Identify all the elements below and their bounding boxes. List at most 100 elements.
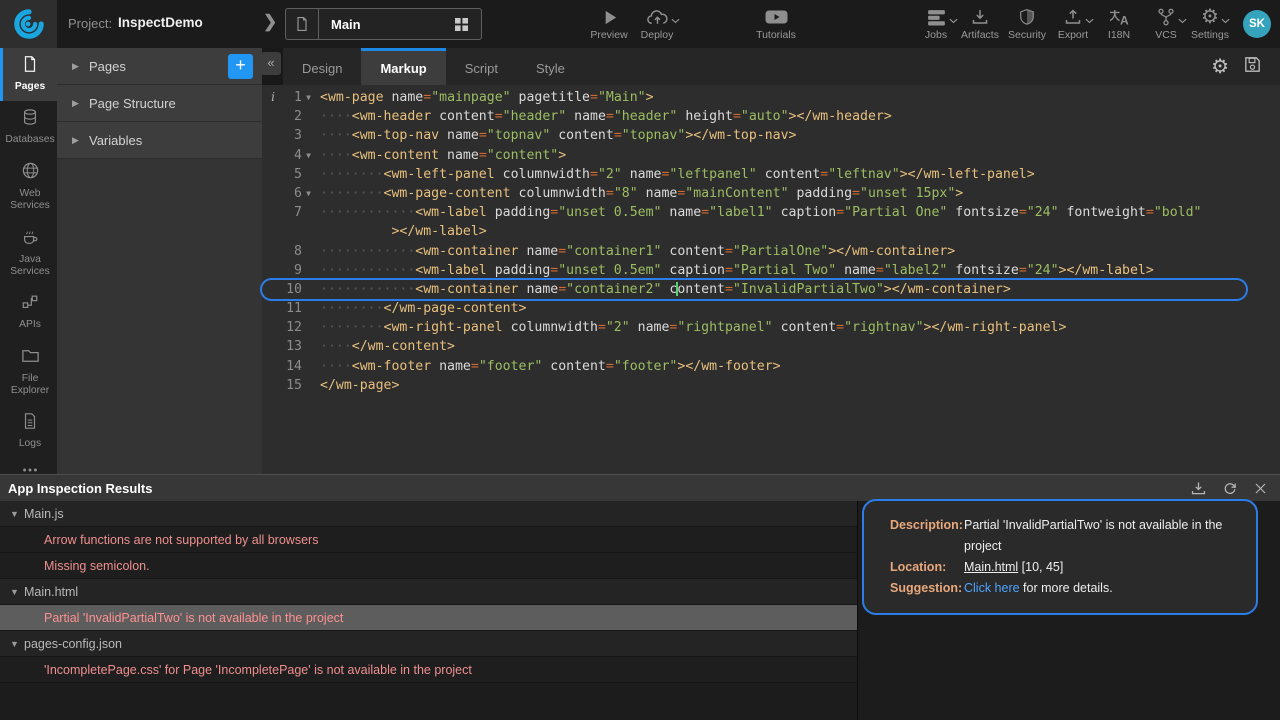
folder-icon [21,346,40,370]
code-line[interactable]: ·········></wm-label> [262,222,1280,241]
refresh-icon[interactable] [1222,480,1238,496]
close-icon[interactable] [1253,481,1268,496]
page-selector[interactable]: Main [285,8,482,40]
jobs-icon [926,6,947,28]
panel-section-variables[interactable]: ▶ Variables [57,122,262,159]
tab-markup[interactable]: Markup [361,48,445,85]
settings-button[interactable]: ⚙Settings [1187,6,1233,46]
grid-icon[interactable] [455,18,481,31]
app-inspection-panel: App Inspection Results ▼Main.jsArrow fun… [0,474,1280,720]
panel-section-pages[interactable]: ▶Pages+ [57,48,262,85]
wavemaker-logo-icon [14,9,44,39]
inspection-group-Main.js[interactable]: ▼Main.js [0,501,857,527]
collapse-arrow-icon[interactable]: ▼ [10,587,24,597]
sidebar-item-web-services[interactable]: WebServices [0,154,57,220]
tab-script[interactable]: Script [446,48,517,85]
jobs-button[interactable]: Jobs [914,6,958,46]
suggestion-label: Suggestion: [890,578,964,599]
inspection-item[interactable]: Missing semicolon. [0,553,857,579]
tab-design[interactable]: Design [283,48,361,85]
sidebar-item-databases[interactable]: Databases [0,101,57,154]
code-line[interactable]: 5········<wm-left-panel columnwidth="2" … [262,165,1280,184]
download-icon[interactable] [1190,480,1207,497]
code-line[interactable]: 9············<wm-label padding="unset 0.… [262,261,1280,280]
inspection-item-selected[interactable]: Partial 'InvalidPartialTwo' is not avail… [0,605,857,631]
code-line[interactable]: 11········</wm-page-content> [262,299,1280,318]
collapse-panel-button[interactable]: « [261,52,281,75]
code-text: ········<wm-right-panel columnwidth="2" … [315,318,1066,337]
suggestion-value: Click here for more details. [964,578,1236,599]
sidebar-item-pages[interactable]: Pages [0,48,57,101]
code-line[interactable]: 13····</wm-content> [262,337,1280,356]
code-line[interactable]: 8············<wm-container name="contain… [262,242,1280,261]
app-logo[interactable] [0,0,57,48]
sidebar-item-logs[interactable]: Logs [0,405,57,458]
export-button[interactable]: Export [1051,6,1095,46]
fold-toggle-icon[interactable]: ▼ [302,88,315,107]
panel-section-label: Variables [89,133,142,148]
fold-toggle-icon[interactable]: ▼ [302,146,315,165]
sidebar-item-file-explorer[interactable]: FileExplorer [0,339,57,405]
location-file-link[interactable]: Main.html [964,560,1018,574]
youtube-icon [764,6,789,28]
inspection-group-Main.html[interactable]: ▼Main.html [0,579,857,605]
code-line[interactable]: 7············<wm-label padding="unset 0.… [262,203,1280,222]
expand-arrow-icon[interactable]: ▶ [72,98,84,109]
code-line[interactable]: 2····<wm-header content="header" name="h… [262,107,1280,126]
code-text: ·········></wm-label> [315,222,487,241]
collapse-arrow-icon[interactable]: ▼ [10,639,24,649]
tutorials-button[interactable]: Tutorials [747,6,805,46]
security-button[interactable]: Security [1006,6,1048,46]
code-text: ········<wm-page-content columnwidth="8"… [315,184,963,203]
panel-section-label: Page Structure [89,96,176,111]
vcs-icon [1156,6,1176,28]
code-line[interactable]: i1▼<wm-page name="mainpage" pagetitle="M… [262,88,1280,107]
project-name: InspectDemo [118,15,203,30]
description-label: Description: [890,515,964,557]
markup-code-editor[interactable]: i1▼<wm-page name="mainpage" pagetitle="M… [262,85,1280,474]
add-page-button[interactable]: + [228,54,253,79]
line-number: 7 [278,203,302,222]
inspection-item[interactable]: Arrow functions are not supported by all… [0,527,857,553]
code-line[interactable]: 6▼········<wm-page-content columnwidth="… [262,184,1280,203]
preview-button[interactable]: Preview [587,6,631,46]
code-line[interactable]: 15</wm-page> [262,376,1280,395]
code-line-highlighted[interactable]: 10············<wm-container name="contai… [262,280,1246,299]
sidebar-item-java-services[interactable]: JavaServices [0,221,57,286]
i18n-button[interactable]: AI18N [1098,6,1140,46]
code-line[interactable]: 14····<wm-footer name="footer" content="… [262,357,1280,376]
file-name: pages-config.json [24,637,122,651]
artifacts-label: Artifacts [961,29,999,41]
click-here-link[interactable]: Click here [964,581,1020,595]
vcs-button[interactable]: VCS [1143,6,1189,46]
inspection-item[interactable]: 'IncompletePage.css' for Page 'Incomplet… [0,657,857,683]
jobs-label: Jobs [925,29,947,41]
expand-arrow-icon[interactable]: ▶ [72,61,84,72]
tutorials-label: Tutorials [756,29,796,41]
inspection-group-pages-config.json[interactable]: ▼pages-config.json [0,631,857,657]
deploy-button[interactable]: Deploy [633,6,681,46]
code-line[interactable]: 3····<wm-top-nav name="topnav" content="… [262,126,1280,145]
save-icon[interactable] [1243,55,1262,79]
issue-detail-tooltip: Description: Partial 'InvalidPartialTwo'… [862,499,1258,615]
user-avatar[interactable]: SK [1243,10,1271,38]
security-label: Security [1008,29,1046,41]
artifacts-icon [970,6,990,28]
inspection-tools [1190,475,1268,501]
expand-arrow-icon[interactable]: ▶ [72,135,84,146]
code-line[interactable]: 4▼····<wm-content name="content"> [262,146,1280,165]
markup-settings-gear-icon[interactable]: ⚙ [1211,57,1229,77]
line-number: 4 [278,146,302,165]
api-icon [21,293,39,316]
issue-text: 'IncompletePage.css' for Page 'Incomplet… [44,663,472,677]
editor-tabs: DesignMarkupScriptStyle [283,48,1200,85]
collapse-arrow-icon[interactable]: ▼ [10,509,24,519]
artifacts-button[interactable]: Artifacts [956,6,1004,46]
sidebar-item-apis[interactable]: APIs [0,286,57,339]
tab-style[interactable]: Style [517,48,584,85]
collapse-cell: « [262,48,283,85]
code-line[interactable]: 12········<wm-right-panel columnwidth="2… [262,318,1280,337]
fold-toggle-icon[interactable]: ▼ [302,184,315,203]
panel-section-page-structure[interactable]: ▶ Page Structure [57,85,262,122]
i18n-label: I18N [1108,29,1130,41]
